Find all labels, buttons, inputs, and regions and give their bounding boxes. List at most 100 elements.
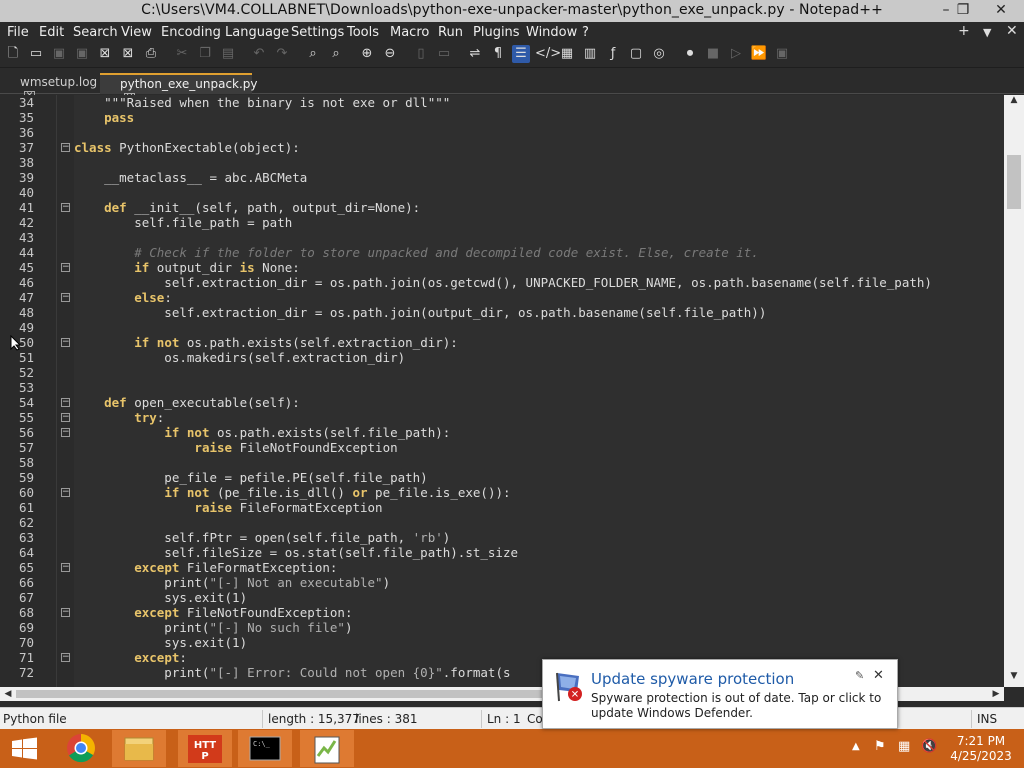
save-macro-icon[interactable]: ▣ bbox=[773, 45, 791, 63]
menu-window[interactable]: Window bbox=[526, 25, 577, 40]
save-all-icon[interactable]: ▣ bbox=[73, 45, 91, 63]
monitoring-icon[interactable]: ◎ bbox=[650, 45, 668, 63]
replace-icon[interactable]: ⌕ bbox=[327, 45, 345, 63]
undo-icon[interactable]: ↶ bbox=[250, 45, 268, 63]
sync-horizontal-icon[interactable]: ▭ bbox=[435, 45, 453, 63]
scroll-up-icon[interactable]: ▲ bbox=[1004, 95, 1024, 111]
fold-toggle-icon[interactable]: − bbox=[61, 608, 70, 617]
tab-wmsetup-log[interactable]: wmsetup.log✕ bbox=[0, 73, 100, 102]
menu-view[interactable]: View bbox=[121, 25, 152, 40]
document-list-icon[interactable]: ▥ bbox=[581, 45, 599, 63]
zoom-out-icon[interactable]: ⊖ bbox=[381, 45, 399, 63]
save-icon[interactable]: ▣ bbox=[50, 45, 68, 63]
fold-toggle-icon[interactable]: − bbox=[61, 143, 70, 152]
redo-icon[interactable]: ↷ bbox=[273, 45, 291, 63]
menu-search[interactable]: Search bbox=[73, 25, 118, 40]
close-document-button[interactable]: ✕ bbox=[1006, 23, 1018, 39]
scroll-left-icon[interactable]: ◀ bbox=[0, 687, 16, 701]
notepad-plus-plus-taskbar-button[interactable] bbox=[300, 730, 354, 767]
chrome-taskbar-button[interactable] bbox=[54, 730, 108, 767]
code-token: : bbox=[156, 410, 165, 425]
print-icon[interactable]: ⎙ bbox=[142, 45, 160, 63]
clock[interactable]: 7:21 PM 4/25/2023 bbox=[944, 734, 1018, 764]
keyword-token: raise bbox=[194, 440, 233, 455]
copy-icon[interactable]: ❐ bbox=[196, 45, 214, 63]
cut-icon[interactable]: ✂ bbox=[173, 45, 191, 63]
indent-guide-icon[interactable]: ☰ bbox=[512, 45, 530, 63]
tab-list-dropdown-icon[interactable]: ▼ bbox=[983, 26, 991, 39]
playback-macro-icon[interactable]: ▷ bbox=[727, 45, 745, 63]
volume-muted-icon[interactable]: 🔇 bbox=[921, 739, 937, 754]
function-list-icon[interactable]: ƒ bbox=[604, 45, 622, 63]
code-area[interactable]: """Raised when the binary is not exe or … bbox=[74, 95, 1004, 687]
fold-toggle-icon[interactable]: − bbox=[61, 413, 70, 422]
new-file-icon[interactable]: 🗋 bbox=[4, 45, 22, 63]
fold-toggle-icon[interactable]: − bbox=[61, 563, 70, 572]
code-token: output_dir bbox=[149, 260, 240, 275]
fold-toggle-icon[interactable]: − bbox=[61, 293, 70, 302]
close-file-icon[interactable]: ⊠ bbox=[96, 45, 114, 63]
line-number: 66 bbox=[18, 575, 34, 590]
folder-icon bbox=[124, 737, 154, 761]
menu-tools[interactable]: Tools bbox=[347, 25, 379, 40]
action-center-flag-icon[interactable]: ⚑ bbox=[874, 739, 886, 754]
start-button[interactable] bbox=[0, 730, 50, 767]
fold-toggle-icon[interactable]: − bbox=[61, 428, 70, 437]
add-new-tab-button[interactable]: + bbox=[958, 23, 970, 39]
tab-python-exe-unpack[interactable]: python_exe_unpack.py✕ bbox=[100, 73, 258, 104]
close-all-icon[interactable]: ⊠ bbox=[119, 45, 137, 63]
fold-toggle-icon[interactable]: − bbox=[61, 338, 70, 347]
menu-edit[interactable]: Edit bbox=[39, 25, 64, 40]
xml-tag-icon[interactable]: </> bbox=[535, 45, 561, 63]
document-map-icon[interactable]: ▦ bbox=[558, 45, 576, 63]
code-line: class PythonExectable(object): bbox=[74, 140, 300, 155]
menu-language[interactable]: Language bbox=[225, 25, 289, 40]
fold-margin[interactable]: − − − − − − − − − − − − bbox=[56, 95, 74, 687]
find-icon[interactable]: ⌕ bbox=[304, 45, 322, 63]
menu-file[interactable]: File bbox=[7, 25, 29, 40]
close-button[interactable]: ✕ bbox=[984, 0, 1018, 22]
open-file-icon[interactable]: ▭ bbox=[27, 45, 45, 63]
command-prompt-icon: C:\_ bbox=[249, 736, 281, 761]
code-token: os.makedirs(self.extraction_dir) bbox=[74, 350, 406, 365]
menu-help[interactable]: ? bbox=[582, 25, 589, 40]
menu-macro[interactable]: Macro bbox=[390, 25, 429, 40]
sync-vertical-icon[interactable]: ▯ bbox=[412, 45, 430, 63]
title-bar: C:\Users\VM4.COLLABNET\Downloads\python-… bbox=[0, 0, 1024, 22]
paste-icon[interactable]: ▤ bbox=[219, 45, 237, 63]
code-token: ) bbox=[442, 530, 451, 545]
fold-toggle-icon[interactable]: − bbox=[61, 398, 70, 407]
fold-toggle-icon[interactable]: − bbox=[61, 203, 70, 212]
scroll-right-icon[interactable]: ▶ bbox=[988, 687, 1004, 701]
restore-button[interactable]: ❐ bbox=[946, 0, 980, 22]
stop-recording-icon[interactable]: ■ bbox=[704, 45, 722, 63]
file-explorer-taskbar-button[interactable] bbox=[112, 730, 166, 767]
keyword-token: except bbox=[134, 560, 180, 575]
zoom-in-icon[interactable]: ⊕ bbox=[358, 45, 376, 63]
menu-encoding[interactable]: Encoding bbox=[161, 25, 221, 40]
show-hidden-icons-icon[interactable]: ▲ bbox=[852, 741, 860, 752]
network-icon[interactable]: ▦ bbox=[898, 739, 910, 754]
folder-as-workspace-icon[interactable]: ▢ bbox=[627, 45, 645, 63]
vertical-scroll-thumb[interactable] bbox=[1007, 155, 1021, 209]
record-macro-icon[interactable]: ⏺ bbox=[681, 45, 699, 63]
pin-icon[interactable]: ✎ bbox=[855, 669, 864, 682]
fold-toggle-icon[interactable]: − bbox=[61, 653, 70, 662]
run-macro-multiple-icon[interactable]: ⏩ bbox=[750, 45, 768, 63]
line-number: 44 bbox=[18, 245, 34, 260]
menu-plugins[interactable]: Plugins bbox=[473, 25, 520, 40]
code-editor[interactable]: 34 35 36 37 38 39 40 41 42 43 44 45 46 47 48 49 50 51 52 53… bbox=[0, 95, 1024, 687]
notification-close-button[interactable]: ✕ bbox=[873, 668, 884, 683]
defender-notification[interactable]: ✕ Update spyware protection Spyware prot… bbox=[542, 659, 898, 729]
fold-toggle-icon[interactable]: − bbox=[61, 488, 70, 497]
command-prompt-taskbar-button[interactable]: C:\_ bbox=[238, 730, 292, 767]
show-all-characters-icon[interactable]: ¶ bbox=[489, 45, 507, 63]
menu-run[interactable]: Run bbox=[438, 25, 463, 40]
horizontal-scroll-thumb[interactable] bbox=[16, 690, 556, 698]
fold-toggle-icon[interactable]: − bbox=[61, 263, 70, 272]
menu-settings[interactable]: Settings bbox=[291, 25, 344, 40]
http-tool-taskbar-button[interactable]: HTT P bbox=[178, 730, 232, 767]
word-wrap-icon[interactable]: ⇌ bbox=[466, 45, 484, 63]
vertical-scrollbar[interactable]: ▲ ▼ bbox=[1004, 95, 1024, 687]
scroll-down-icon[interactable]: ▼ bbox=[1004, 671, 1024, 687]
